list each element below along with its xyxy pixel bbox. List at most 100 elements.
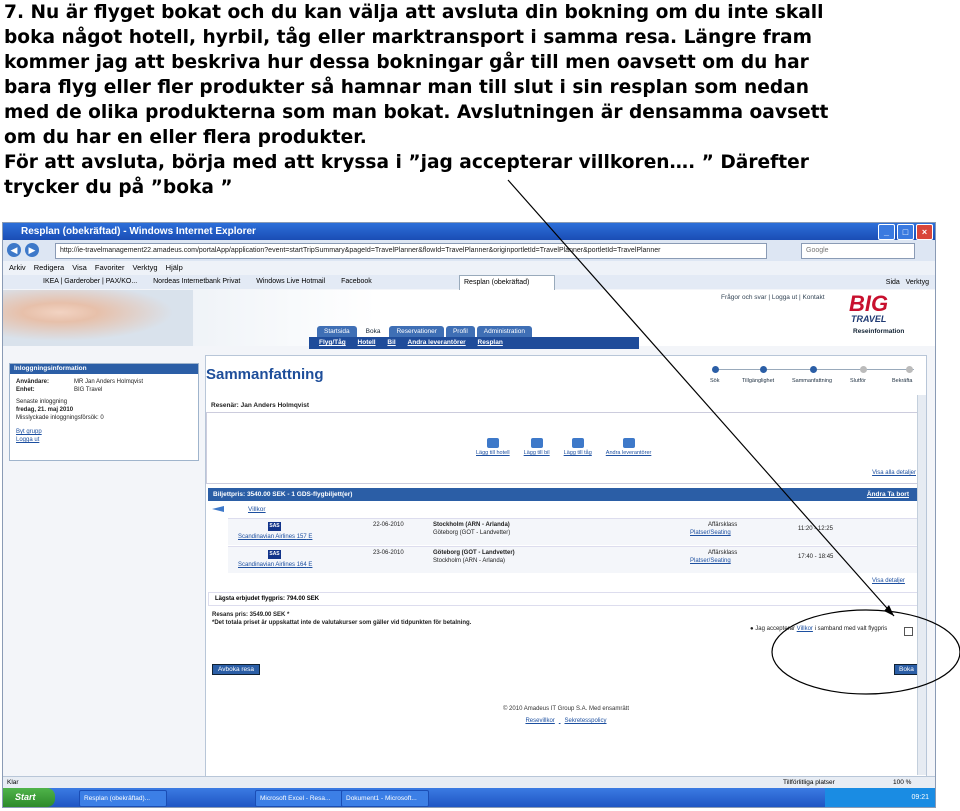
subnav-andra[interactable]: Andra leverantörer [408, 339, 466, 346]
privacy-link[interactable]: Sekretesspolicy [564, 718, 606, 724]
reseinformation-link[interactable]: Reseinformation [853, 328, 904, 335]
book-button[interactable]: Boka [894, 664, 919, 675]
favorite-link[interactable]: Windows Live Hotmail [256, 278, 325, 285]
add-hotel-button[interactable]: Lägg till hotell [476, 438, 510, 456]
main-nav: Startsida Boka Reservationer Profil Admi… [317, 326, 534, 337]
tab-reservationer[interactable]: Reservationer [389, 326, 444, 337]
menu-arkiv[interactable]: Arkiv [9, 263, 26, 272]
show-all-details-link[interactable]: Visa alla detaljer [872, 470, 916, 476]
show-details-link[interactable]: Visa detaljer [872, 578, 905, 585]
favorite-link[interactable]: Nordeas Internetbank Privat [153, 278, 240, 285]
flight-row: SAS Scandinavian Airlines 157 E 22-06-20… [228, 518, 918, 545]
instruction-text: 7. Nu är flyget bokat och du kan välja a… [4, 0, 954, 200]
maximize-icon[interactable]: □ [897, 224, 914, 240]
page-title: Sammanfattning [206, 366, 324, 383]
flight-times: 17:40 - 18:45 [798, 554, 834, 560]
flight-section: Villkor SAS Scandinavian Airlines 157 E … [208, 502, 918, 590]
train-icon [571, 438, 584, 448]
flight-airline[interactable]: Scandinavian Airlines 157 E [238, 534, 312, 541]
accept-terms-checkbox[interactable] [904, 627, 913, 636]
change-remove-links[interactable]: Ändra Ta bort [867, 488, 909, 501]
start-button[interactable]: Start [3, 788, 55, 807]
forward-icon[interactable]: ▶ [25, 243, 39, 257]
search-input[interactable]: Google [801, 243, 915, 259]
login-panel: Inloggningsinformation Användare: MR Jan … [9, 363, 199, 461]
plane-icon [212, 506, 224, 512]
seating-link[interactable]: Platser/Seating [690, 558, 731, 565]
menu-bar: Arkiv Redigera Visa Favoriter Verktyg Hj… [3, 261, 935, 275]
change-group-link[interactable]: Byt grupp [10, 428, 198, 436]
flight-fare: Affärsklass [708, 522, 738, 528]
menu-redigera[interactable]: Redigera [34, 263, 64, 272]
accept-text-2: i samband med valt flygpris [814, 626, 888, 632]
tab-administration[interactable]: Administration [476, 326, 532, 337]
ticket-price: Biljettpris: 3540.00 SEK - 1 GDS-flygbil… [213, 491, 353, 498]
menu-favoriter[interactable]: Favoriter [95, 263, 125, 272]
add-car-label: Lägg till bil [523, 450, 550, 456]
tab-profil[interactable]: Profil [445, 326, 475, 337]
step-dot [712, 366, 719, 373]
flight-to: Stockholm (ARN - Arlanda) [433, 558, 506, 564]
instruction-line: bara flyg eller fler produkter så hamnar… [4, 77, 809, 98]
faq-link[interactable]: Frågor och svar [721, 294, 767, 301]
add-products: Lägg till hotell Lägg till bil Lägg till… [476, 438, 651, 456]
contact-link[interactable]: Kontakt [802, 294, 824, 301]
window-controls: _ □ × [878, 224, 933, 240]
failed-logins-label: Misslyckade inloggningsförsök: [16, 415, 99, 421]
minimize-icon[interactable]: _ [878, 224, 895, 240]
login-user-value: MR Jan Anders Holmqvist [74, 379, 144, 385]
favorite-link[interactable]: IKEA | Garderober | PAX/KO... [43, 278, 137, 285]
instruction-line: boka något hotell, hyrbil, tåg eller mar… [4, 27, 812, 48]
suppliers-icon [622, 438, 635, 448]
flight-times: 11:20 - 12:25 [798, 526, 833, 532]
back-icon[interactable]: ◀ [7, 243, 21, 257]
menu-hjalp[interactable]: Hjälp [166, 263, 183, 272]
instruction-line: För att avsluta, börja med att kryssa i … [4, 152, 809, 173]
conditions-link[interactable]: Villkor [248, 506, 266, 513]
taskbar-item[interactable]: Dokument1 - Microsoft... [341, 790, 429, 807]
subnav-resplan[interactable]: Resplan [478, 339, 503, 346]
last-login-value: fredag, 21. maj 2010 [16, 407, 74, 413]
add-car-button[interactable]: Lägg till bil [524, 438, 550, 456]
browser-window: Resplan (obekräftad) - Windows Internet … [2, 222, 936, 808]
menu-verktyg[interactable]: Verktyg [133, 263, 158, 272]
login-user: Användare: MR Jan Anders Holmqvist [10, 378, 198, 386]
hotel-icon [486, 438, 499, 448]
seating-link[interactable]: Platser/Seating [690, 530, 731, 537]
instruction-line: trycker du på ”boka ” [4, 177, 233, 198]
favorite-link[interactable]: Facebook [341, 278, 372, 285]
terms-link[interactable]: Villkor [797, 626, 813, 632]
scrollbar[interactable] [917, 395, 926, 775]
add-train-button[interactable]: Lägg till tåg [564, 438, 592, 456]
big-travel-logo: BIG [849, 291, 889, 316]
sas-logo-icon: SAS [268, 522, 281, 531]
subnav-flyg[interactable]: Flyg/Tåg [319, 339, 346, 346]
taskbar-item[interactable]: Microsoft Excel - Resa... [255, 790, 343, 807]
flight-to: Göteborg (GOT - Landvetter) [433, 530, 511, 536]
summary-panel: Sammanfattning Sök Tillgänglighet Samman… [205, 355, 927, 797]
logout-link-left[interactable]: Logga ut [10, 436, 198, 444]
close-icon[interactable]: × [916, 224, 933, 240]
tab-boka[interactable]: Boka [358, 326, 388, 337]
copyright: © 2010 Amadeus IT Group S.A. Med ensamrä… [502, 706, 630, 712]
tools-menu[interactable]: Verktyg [906, 279, 929, 286]
logout-link[interactable]: Logga ut [772, 294, 797, 301]
url-input[interactable]: http://ie-travelmanagement22.amadeus.com… [55, 243, 767, 259]
tab-startsida[interactable]: Startsida [317, 326, 357, 337]
menu-visa[interactable]: Visa [72, 263, 86, 272]
taskbar-item[interactable]: Resplan (obekräftad)... [79, 790, 167, 807]
travel-terms-link[interactable]: Resevillkor [525, 718, 554, 724]
subnav-bil[interactable]: Bil [387, 339, 395, 346]
page-menu[interactable]: Sida [886, 279, 900, 286]
window-title: Resplan (obekräftad) - Windows Internet … [21, 226, 256, 237]
other-suppliers-button[interactable]: Andra leverantörer [606, 438, 651, 456]
browser-tab-active[interactable]: Resplan (obekräftad) [459, 275, 555, 290]
total-price-note: *Det totala priset är uppskattat inte de… [212, 619, 472, 626]
flight-airline[interactable]: Scandinavian Airlines 164 E [238, 562, 312, 569]
subnav-hotell[interactable]: Hotell [358, 339, 376, 346]
cancel-booking-button[interactable]: Avboka resa [212, 664, 261, 675]
car-icon [530, 438, 543, 448]
clock: 09:21 [911, 794, 929, 801]
step-dot [860, 366, 867, 373]
lowest-fare: Lägsta erbjudet flygpris: 794.00 SEK [208, 592, 924, 606]
